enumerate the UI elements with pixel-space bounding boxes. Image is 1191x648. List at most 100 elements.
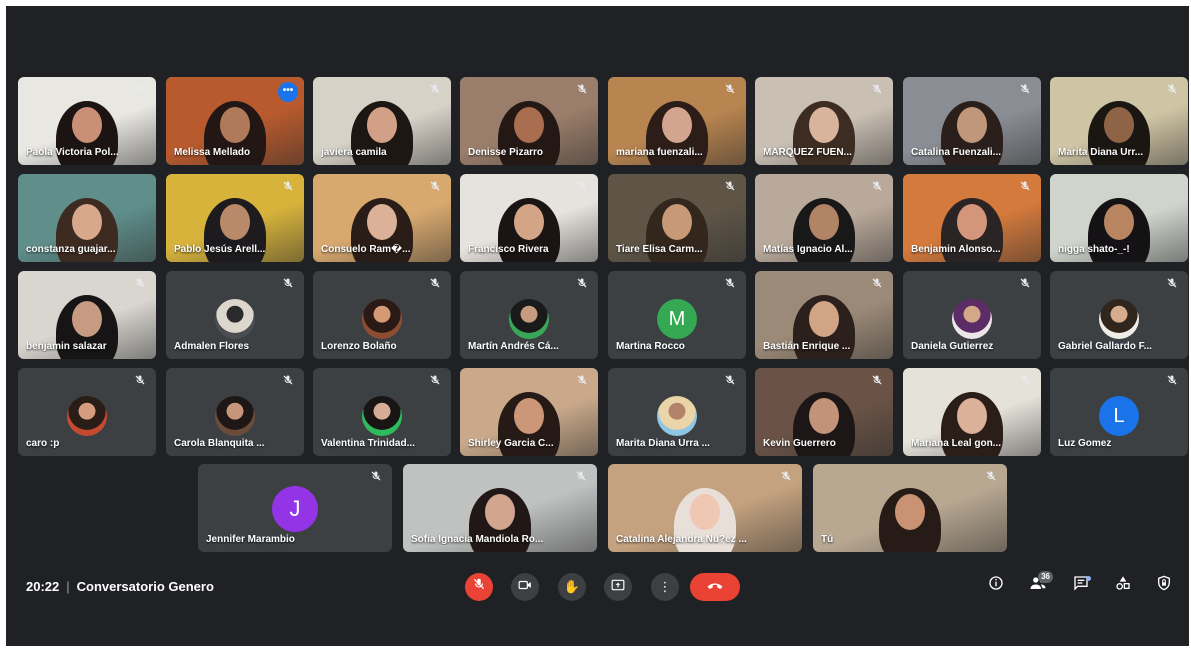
person-face: [809, 107, 839, 143]
more-options-button[interactable]: ⋮: [651, 573, 679, 601]
people-count-badge: 36: [1038, 571, 1053, 583]
mic-muted-icon: [280, 277, 296, 293]
mic-muted-icon: [1164, 277, 1180, 293]
person-face: [809, 204, 839, 240]
activities-icon: [1115, 576, 1131, 595]
participant-tile[interactable]: Bastián Enrique ...: [755, 271, 893, 359]
participant-tile[interactable]: Consuelo Ram�...: [313, 174, 451, 262]
raise-hand-button[interactable]: ✋: [558, 573, 586, 601]
participant-tile[interactable]: Tiare Elisa Carm...: [608, 174, 746, 262]
person-face: [895, 494, 925, 530]
participant-name: javiera camila: [321, 147, 387, 158]
more-options-icon[interactable]: •••: [278, 82, 298, 102]
participant-tile[interactable]: L Luz Gomez: [1050, 368, 1188, 456]
mic-muted-icon: [722, 277, 738, 293]
participant-tile[interactable]: Mariana Leal gon...: [903, 368, 1041, 456]
profile-photo: [362, 299, 402, 339]
participant-tile[interactable]: Catalina Alejandra Nu?ez ...: [608, 464, 802, 552]
participant-tile[interactable]: Marita Diana Urra ...: [608, 368, 746, 456]
participant-tile[interactable]: Catalina Fuenzali...: [903, 77, 1041, 165]
meeting-details-button[interactable]: [984, 575, 1008, 599]
participant-tile[interactable]: Benjamin Alonso...: [903, 174, 1041, 262]
participant-tile[interactable]: Marita Diana Urr...: [1050, 77, 1188, 165]
mic-muted-icon: [722, 83, 738, 99]
end-call-button[interactable]: [690, 573, 740, 601]
person-face: [957, 398, 987, 434]
profile-photo: [509, 299, 549, 339]
person-face: [662, 204, 692, 240]
participant-tile[interactable]: mariana fuenzali...: [608, 77, 746, 165]
participant-tile[interactable]: caro :p: [18, 368, 156, 456]
participant-tile[interactable]: Pablo Jesús Arell...: [166, 174, 304, 262]
microphone-toggle-button[interactable]: [465, 573, 493, 601]
person-face: [809, 301, 839, 337]
mic-muted-icon: [869, 277, 885, 293]
person-face: [485, 494, 515, 530]
participant-tile[interactable]: Shirley Garcia C...: [460, 368, 598, 456]
letter-avatar: J: [272, 486, 318, 532]
participant-tile[interactable]: Matías Ignacio Al...: [755, 174, 893, 262]
meeting-info: 20:22 | Conversatorio Genero: [26, 579, 214, 594]
chat-button[interactable]: [1069, 575, 1093, 599]
participant-name: Mariana Leal gon...: [911, 438, 1002, 449]
participant-name: Denisse Pizarro: [468, 147, 544, 158]
participant-tile[interactable]: Francisco Rivera: [460, 174, 598, 262]
mic-muted-icon: [1164, 83, 1180, 99]
mic-muted-icon: [722, 374, 738, 390]
participant-tile[interactable]: javiera camila: [313, 77, 451, 165]
shield-lock-icon: [1156, 575, 1172, 595]
person-face: [957, 107, 987, 143]
mic-muted-icon: [280, 180, 296, 196]
profile-photo: [952, 299, 992, 339]
camera-toggle-button[interactable]: [511, 573, 539, 601]
participant-tile[interactable]: M Martina Rocco: [608, 271, 746, 359]
participant-tile[interactable]: Tú: [813, 464, 1007, 552]
profile-photo: [657, 396, 697, 436]
participant-tile[interactable]: Denisse Pizarro: [460, 77, 598, 165]
person-face: [514, 204, 544, 240]
participant-tile[interactable]: Paola Victoria Pol...: [18, 77, 156, 165]
participant-tile[interactable]: Carola Blanquita ...: [166, 368, 304, 456]
participant-name: Tiare Elisa Carm...: [616, 244, 703, 255]
participant-name: Admalen Flores: [174, 341, 250, 352]
participant-tile[interactable]: Gabriel Gallardo F...: [1050, 271, 1188, 359]
participant-tile[interactable]: Kevin Guerrero: [755, 368, 893, 456]
mic-muted-icon: [427, 83, 443, 99]
people-button[interactable]: 36: [1026, 571, 1053, 599]
letter-avatar: M: [657, 299, 697, 339]
participant-name: Benjamin Alonso...: [911, 244, 1001, 255]
participant-name: Catalina Alejandra Nu?ez ...: [616, 534, 747, 545]
participant-tile[interactable]: ••• Melissa Mellado: [166, 77, 304, 165]
participant-tile[interactable]: Valentina Trinidad...: [313, 368, 451, 456]
participant-tile[interactable]: constanza guajar...: [18, 174, 156, 262]
present-screen-button[interactable]: [604, 573, 632, 601]
participant-name: Tú: [821, 534, 834, 545]
meet-window: Paola Victoria Pol... ••• Melissa Mellado j…: [6, 6, 1189, 646]
person-face: [1104, 107, 1134, 143]
participant-name: Shirley Garcia C...: [468, 438, 554, 449]
mic-muted-icon: [132, 277, 148, 293]
profile-photo: [362, 396, 402, 436]
participant-name: Daniela Gutierrez: [911, 341, 994, 352]
participant-tile[interactable]: Sofia Ignacia Mandiola Ro...: [403, 464, 597, 552]
participant-name: Kevin Guerrero: [763, 438, 836, 449]
mic-muted-icon: [1017, 374, 1033, 390]
activities-button[interactable]: [1111, 575, 1135, 599]
participant-tile[interactable]: MARQUEZ FUEN...: [755, 77, 893, 165]
mic-muted-icon: [869, 83, 885, 99]
participant-tile[interactable]: Lorenzo Bolaño: [313, 271, 451, 359]
person-face: [1104, 204, 1134, 240]
person-face: [367, 204, 397, 240]
participant-tile[interactable]: Admalen Flores: [166, 271, 304, 359]
mic-muted-icon: [574, 83, 590, 99]
participant-tile[interactable]: benjamin salazar: [18, 271, 156, 359]
present-screen-icon: [611, 579, 625, 594]
mic-muted-icon: [280, 374, 296, 390]
participant-tile[interactable]: nigga shato-_-!: [1050, 174, 1188, 262]
participant-tile[interactable]: Martín Andrés Cá...: [460, 271, 598, 359]
participant-tile[interactable]: Daniela Gutierrez: [903, 271, 1041, 359]
participant-tile[interactable]: J Jennifer Marambio: [198, 464, 392, 552]
person-face: [514, 107, 544, 143]
mic-muted-icon: [1017, 83, 1033, 99]
host-controls-button[interactable]: [1152, 575, 1176, 599]
